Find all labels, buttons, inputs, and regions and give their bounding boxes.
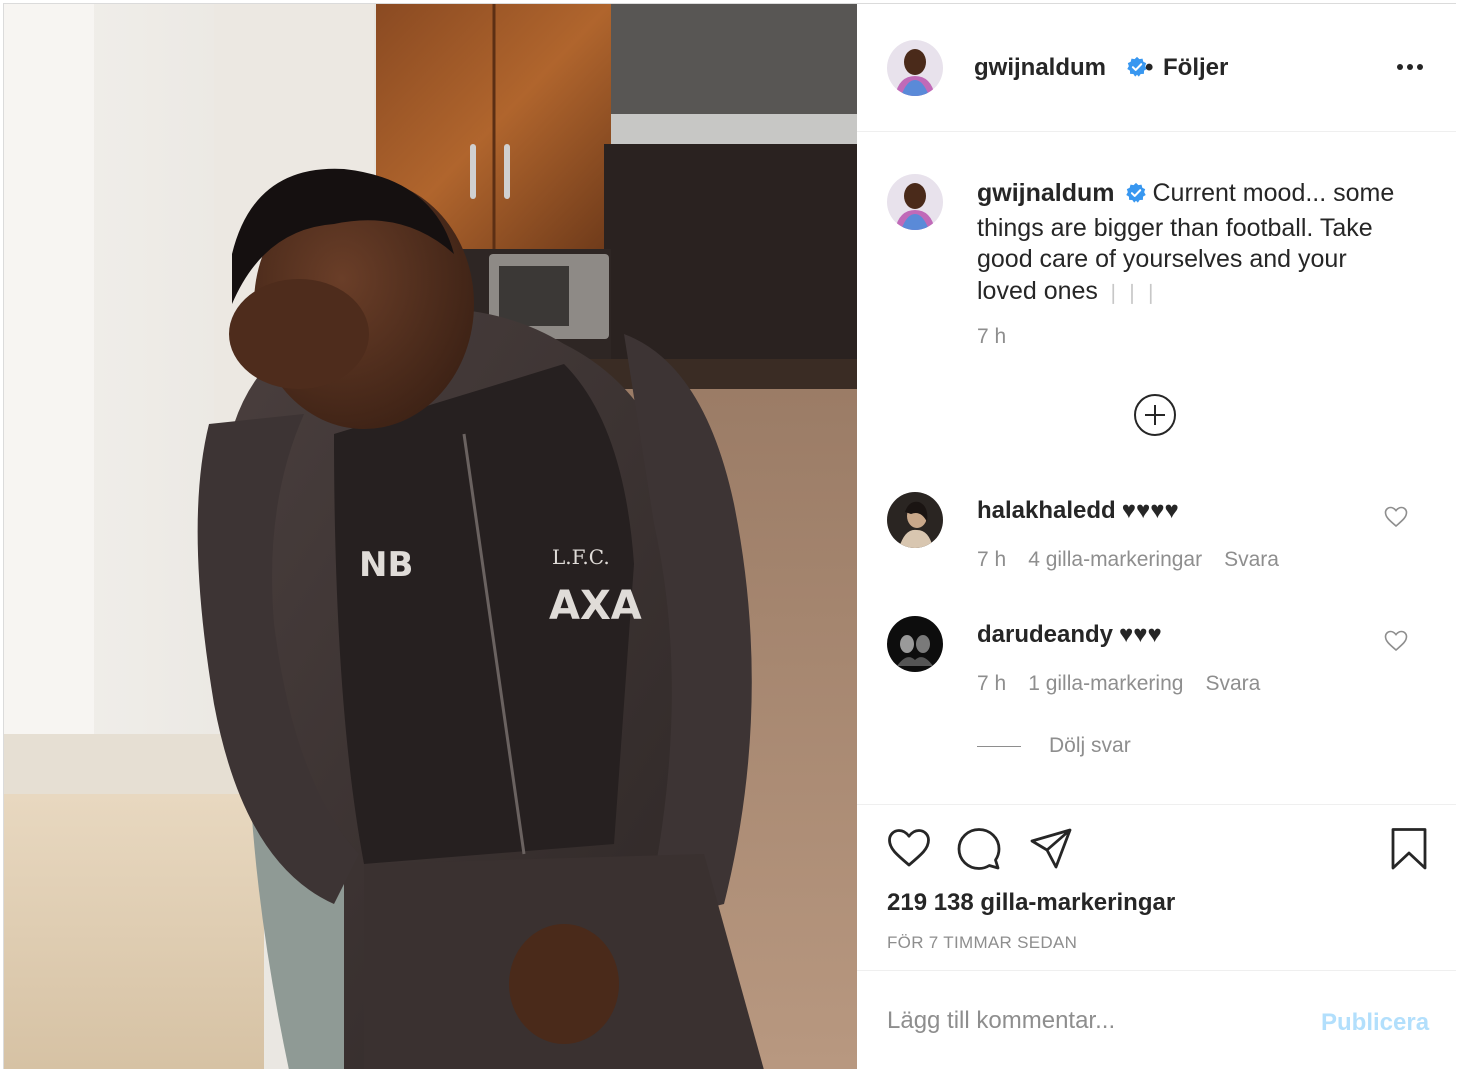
reply-button[interactable]: Svara — [1205, 672, 1260, 695]
add-comment-bar: Publicera — [857, 970, 1456, 1069]
replies-divider — [977, 745, 1021, 747]
comment-body: ♥♥♥ — [1119, 621, 1162, 648]
post-photo[interactable]: NB L.F.C. AXA — [4, 4, 857, 1069]
reply-button[interactable]: Svara — [1224, 548, 1279, 571]
author-username[interactable]: gwijnaldum — [974, 54, 1106, 82]
comment-input[interactable] — [887, 1001, 1307, 1041]
heart-icon[interactable] — [887, 827, 931, 871]
instagram-post: NB L.F.C. AXA gwijnaldum • Följer gwijna… — [3, 3, 1456, 1069]
comment-body: ♥♥♥♥ — [1121, 497, 1179, 524]
post-photo-illustration: NB L.F.C. AXA — [4, 4, 857, 1069]
like-count[interactable]: 219 138 gilla-markeringar — [887, 889, 1175, 917]
comment-meta: 7 h 1 gilla-markering Svara — [977, 672, 1282, 696]
comment-timestamp[interactable]: 7 h — [977, 548, 1006, 571]
caption-author-avatar[interactable] — [887, 174, 943, 230]
follow-button[interactable]: Följer — [1163, 54, 1228, 82]
svg-text:L.F.C.: L.F.C. — [552, 545, 610, 569]
caption-text: gwijnaldum Current mood... some things ar… — [977, 178, 1397, 309]
post-header: gwijnaldum • Följer — [857, 4, 1456, 132]
post-actions: 219 138 gilla-markeringar FÖR 7 TIMMAR S… — [857, 804, 1456, 956]
comment-timestamp[interactable]: 7 h — [977, 672, 1006, 695]
comment-bubble-icon[interactable] — [957, 827, 1001, 871]
more-options-icon[interactable] — [1397, 60, 1427, 74]
commenter-avatar[interactable] — [887, 616, 943, 672]
bookmark-icon[interactable] — [1387, 827, 1431, 871]
paper-plane-icon[interactable] — [1029, 827, 1073, 871]
svg-text:NB: NB — [359, 545, 413, 585]
follow-separator: • — [1145, 54, 1154, 81]
comment-heart-icon[interactable] — [1384, 630, 1408, 652]
commenter-username[interactable]: darudeandy — [977, 621, 1113, 648]
caption-username[interactable]: gwijnaldum — [977, 179, 1115, 207]
hide-replies-button[interactable]: Dölj svar — [977, 734, 1131, 758]
commenter-avatar[interactable] — [887, 492, 943, 548]
caption-timestamp[interactable]: 7 h — [977, 325, 1006, 349]
comment-meta: 7 h 4 gilla-markeringar Svara — [977, 548, 1301, 572]
comment-like-count[interactable]: 1 gilla-markering — [1028, 672, 1183, 695]
commenter-username[interactable]: halakhaledd — [977, 497, 1116, 524]
caption-emoji: ❘❘❘ — [1104, 281, 1162, 304]
comment-heart-icon[interactable] — [1384, 506, 1408, 528]
verified-badge-icon — [1125, 181, 1147, 213]
plus-circle-icon[interactable] — [1133, 393, 1177, 437]
svg-text:AXA: AXA — [549, 583, 642, 629]
comment-text: darudeandy ♥♥♥ — [977, 620, 1162, 649]
author-avatar[interactable] — [887, 40, 943, 96]
post-timestamp[interactable]: FÖR 7 TIMMAR SEDAN — [887, 933, 1077, 953]
comment-text: halakhaledd ♥♥♥♥ — [977, 496, 1179, 525]
hide-replies-label: Dölj svar — [1049, 734, 1131, 757]
post-side-panel: gwijnaldum • Följer gwijnaldum Current m… — [857, 4, 1456, 1069]
publish-button[interactable]: Publicera — [1321, 1009, 1429, 1037]
comment-like-count[interactable]: 4 gilla-markeringar — [1028, 548, 1202, 571]
